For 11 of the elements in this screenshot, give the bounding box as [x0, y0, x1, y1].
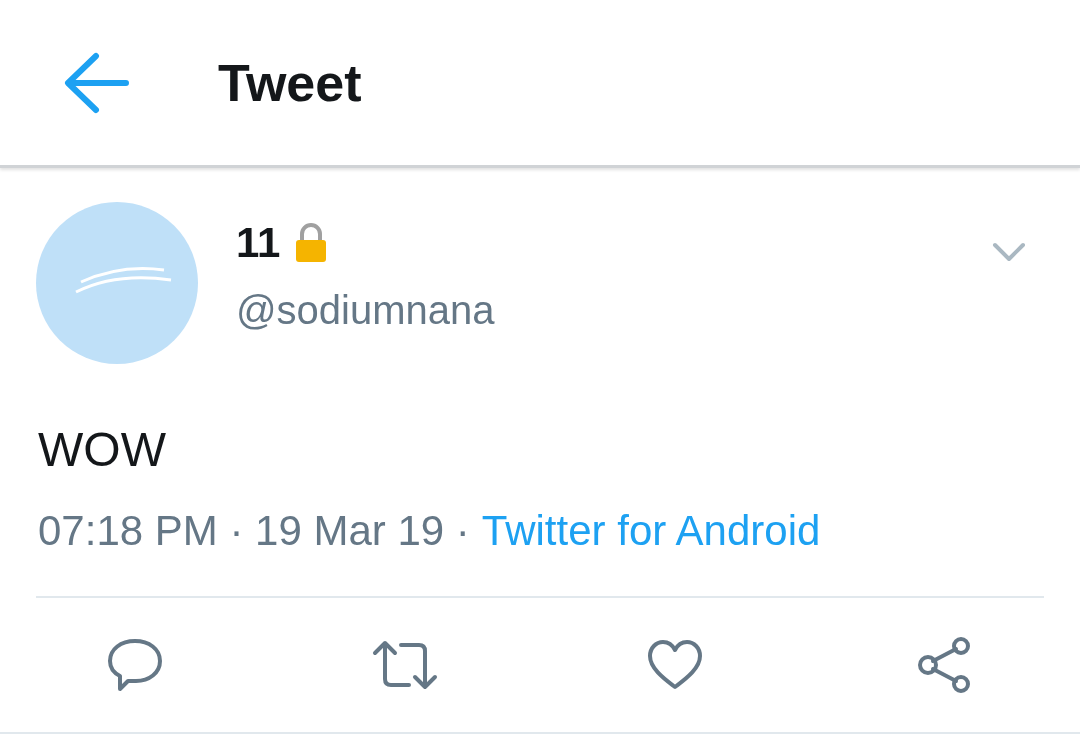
source-link[interactable]: Twitter for Android [481, 510, 821, 552]
user-handle: @sodiumnana [236, 290, 495, 330]
user-name: 11 [236, 222, 281, 264]
tweet-text: WOW [38, 426, 167, 474]
heart-icon[interactable] [646, 639, 704, 691]
retweet-icon[interactable] [371, 639, 439, 691]
speech-bubble-icon[interactable] [106, 637, 164, 693]
tweet-timestamp: 07:18 PM · 19 Mar 19 · [38, 510, 470, 552]
page-title: Tweet [218, 52, 362, 114]
back-arrow-icon[interactable] [64, 51, 130, 114]
lock-icon [294, 222, 329, 264]
